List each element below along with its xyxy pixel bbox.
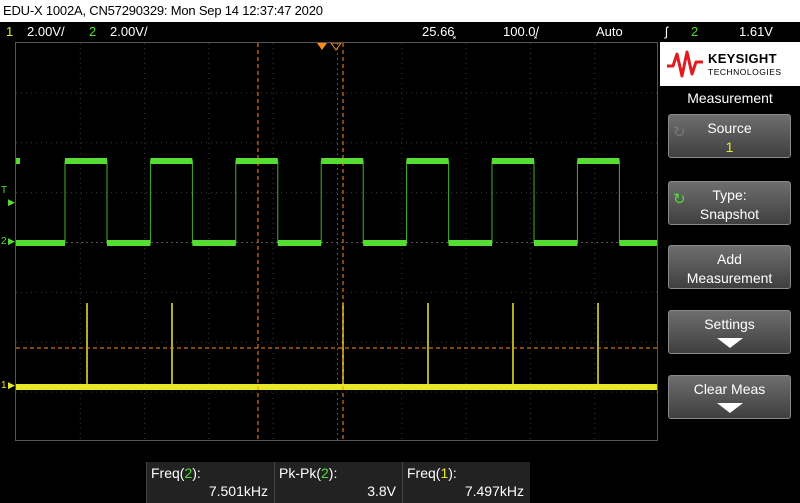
ch2-number[interactable]: 2 (89, 22, 96, 42)
type-value: Snapshot (699, 206, 760, 222)
ch1-number[interactable]: 1 (6, 22, 13, 42)
trigger-marker: T (1, 185, 8, 196)
measurement-label: Freq(2): (151, 465, 201, 481)
type-label: Type: (712, 187, 747, 203)
measurement-freq-ch2[interactable]: Freq(2): 7.501kHz (146, 462, 274, 503)
source-value: 1 (725, 139, 734, 155)
ch1-arrow-icon: ▶ (8, 380, 15, 390)
ch2-low-segment (534, 240, 578, 246)
time-scale[interactable]: 25.66͓ (422, 22, 455, 42)
clear-meas-softkey[interactable]: Clear Meas (668, 375, 791, 419)
ch2-low-segment (619, 240, 657, 246)
trigger-channel[interactable]: 2 (691, 22, 698, 42)
ch1-trace (16, 384, 657, 390)
ch2-high-segment (65, 158, 107, 164)
ch2-low-segment (363, 240, 407, 246)
ch1-ground-marker: 1 (1, 380, 7, 391)
down-arrow-icon (716, 403, 743, 413)
brand-name: KEYSIGHT (708, 51, 777, 66)
sample-rate[interactable]: 100.0͓/ (503, 22, 539, 42)
ch2-ground-marker: 2 (1, 236, 7, 247)
measurement-bar: Freq(2): 7.501kHz Pk-Pk(2): 3.8V Freq(1)… (0, 462, 660, 503)
add-label-line1: Add (717, 251, 742, 267)
settings-softkey[interactable]: Settings (668, 310, 791, 354)
ch2-scale[interactable]: 2.00V/ (110, 22, 148, 42)
measurement-value: 7.497kHz (464, 483, 524, 499)
measurement-value: 7.501kHz (208, 483, 268, 499)
wave-logo-icon (667, 50, 703, 78)
delay-marker-icon (330, 43, 342, 51)
title-bar: EDU-X 1002A, CN57290329: Mon Sep 14 12:3… (0, 0, 800, 22)
waveform-display[interactable] (15, 42, 658, 441)
ch2-high-segment (406, 158, 449, 164)
ch2-low-segment (448, 240, 492, 246)
ch2-arrow-icon: ▶ (8, 236, 15, 246)
menu-title: Measurement (687, 90, 773, 106)
keysight-logo: KEYSIGHT TECHNOLOGIES (660, 42, 800, 86)
add-measurement-softkey[interactable]: Add Measurement (668, 245, 791, 289)
ch2-low-segment (16, 240, 65, 246)
source-softkey[interactable]: ↻ Source 1 (668, 114, 791, 158)
trigger-level[interactable]: 1.61V (739, 22, 773, 42)
measurement-label: Pk-Pk(2): (279, 465, 338, 481)
trigger-position-icon (317, 43, 327, 50)
waveform-canvas (16, 43, 657, 440)
measurement-label: Freq(1): (407, 465, 457, 481)
ch2-high-segment (150, 158, 193, 164)
settings-label: Settings (704, 316, 755, 332)
ch2-high-segment (577, 158, 620, 164)
measurement-pkpk-ch2[interactable]: Pk-Pk(2): 3.8V (274, 462, 402, 503)
ch2-high-segment (235, 158, 278, 164)
ch1-scale[interactable]: 2.00V/ (27, 22, 65, 42)
source-label: Source (707, 120, 752, 136)
measurement-freq-ch1[interactable]: Freq(1): 7.497kHz (402, 462, 530, 503)
ch2-low-segment (107, 240, 151, 246)
ch2-high-segment (16, 158, 20, 164)
brand-subtitle: TECHNOLOGIES (708, 67, 782, 77)
ch2-high-segment (321, 158, 364, 164)
ch2-low-segment (277, 240, 322, 246)
ch2-high-segment (492, 158, 534, 164)
type-softkey[interactable]: ↻ Type: Snapshot (668, 181, 791, 225)
status-bar: 1 2.00V/ 2 2.00V/ 25.66͓ 100.0͓/ Auto ʃ … (0, 22, 800, 42)
clear-meas-label: Clear Meas (693, 381, 766, 397)
down-arrow-icon (716, 338, 743, 348)
acquisition-mode[interactable]: Auto (596, 22, 623, 42)
trigger-edge-icon: ʃ (665, 24, 668, 39)
softkey-panel: KEYSIGHT TECHNOLOGIES Measurement ↻ Sour… (660, 42, 800, 503)
add-label-line2: Measurement (686, 270, 773, 286)
trigger-arrow-icon: ▶ (8, 197, 15, 207)
measurement-value: 3.8V (367, 483, 396, 499)
ch2-low-segment (192, 240, 236, 246)
